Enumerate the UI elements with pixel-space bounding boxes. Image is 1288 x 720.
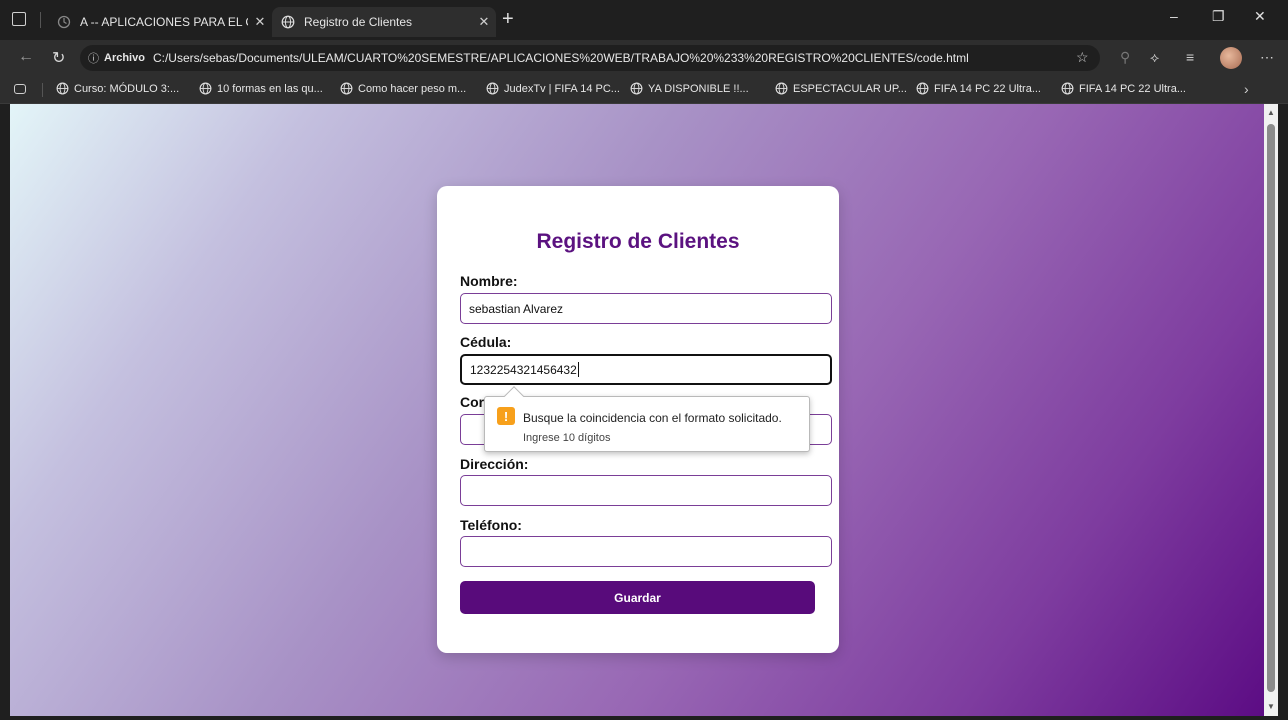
tab-title: A -- APLICACIONES PARA EL CLIE	[80, 15, 248, 29]
bookmark-item[interactable]: JudexTv | FIFA 14 PC...	[486, 82, 620, 95]
divider	[42, 83, 43, 97]
cedula-value: 1232254321456432	[470, 362, 577, 377]
globe-icon	[486, 82, 499, 95]
tab-registro-clientes[interactable]: Registro de Clientes ✕	[272, 7, 496, 37]
nombre-label: Nombre:	[460, 273, 518, 289]
loading-icon	[56, 14, 72, 30]
bookmark-item[interactable]: YA DISPONIBLE !!...	[630, 82, 749, 95]
address-scheme: Archivo	[104, 52, 145, 64]
bookmark-item[interactable]: 10 formas en las qu...	[199, 82, 323, 95]
tab-actions-icon[interactable]	[12, 12, 26, 26]
globe-icon	[630, 82, 643, 95]
divider	[40, 12, 41, 28]
globe-icon	[56, 82, 69, 95]
close-tab-icon[interactable]: ✕	[248, 14, 272, 30]
globe-icon	[280, 14, 296, 30]
validation-message: Busque la coincidencia con el formato so…	[523, 411, 782, 425]
minimize-icon[interactable]: –	[1170, 8, 1178, 24]
browser-toolbar: ← ↻ ⓘ Archivo C:/Users/sebas/Documents/U…	[0, 40, 1288, 76]
cedula-input[interactable]: 1232254321456432	[460, 354, 832, 385]
telefono-input[interactable]	[460, 536, 832, 567]
more-menu-icon[interactable]: ⋯	[1260, 49, 1274, 66]
back-icon[interactable]: ←	[18, 48, 34, 66]
bookmark-item[interactable]: FIFA 14 PC 22 Ultra...	[916, 82, 1041, 95]
nombre-input[interactable]: sebastian Alvarez	[460, 293, 832, 324]
globe-icon	[916, 82, 929, 95]
bookmarks-bar: Curso: MÓDULO 3:... 10 formas en las qu.…	[0, 76, 1288, 104]
bookmark-item[interactable]: ESPECTACULAR UP...	[775, 82, 907, 95]
avatar[interactable]	[1220, 47, 1242, 69]
globe-icon	[340, 82, 353, 95]
browser-titlebar: A -- APLICACIONES PARA EL CLIE ✕ Registr…	[0, 0, 1288, 40]
warning-icon: !	[497, 407, 515, 425]
bookmarks-toggle-icon[interactable]	[14, 84, 26, 94]
bookmark-item[interactable]: FIFA 14 PC 22 Ultra...	[1061, 82, 1186, 95]
new-tab-icon[interactable]: +	[502, 9, 514, 29]
info-icon[interactable]: ⓘ	[88, 50, 99, 66]
validation-hint: Ingrese 10 dígitos	[523, 432, 611, 444]
text-caret	[577, 362, 579, 377]
globe-icon	[1061, 82, 1074, 95]
direccion-input[interactable]	[460, 475, 832, 506]
tab-aplicaciones[interactable]: A -- APLICACIONES PARA EL CLIE ✕	[48, 7, 272, 37]
scroll-up-icon[interactable]: ▲	[1267, 108, 1275, 117]
scrollbar-thumb[interactable]	[1267, 124, 1275, 692]
address-url: C:/Users/sebas/Documents/ULEAM/CUARTO%20…	[152, 51, 969, 65]
scroll-down-icon[interactable]: ▼	[1267, 702, 1275, 711]
refresh-icon[interactable]: ↻	[52, 48, 65, 68]
guardar-button[interactable]: Guardar	[460, 581, 815, 614]
close-window-icon[interactable]: ✕	[1254, 8, 1266, 25]
bookmark-item[interactable]: Curso: MÓDULO 3:...	[56, 82, 179, 95]
validation-tooltip: ! Busque la coincidencia con el formato …	[484, 386, 810, 452]
vertical-scrollbar[interactable]: ▲ ▼	[1264, 104, 1278, 716]
chevron-right-icon[interactable]: ›	[1244, 81, 1249, 97]
page-viewport: Registro de Clientes Nombre: sebastian A…	[10, 104, 1264, 716]
direccion-label: Dirección:	[460, 456, 529, 472]
close-tab-icon[interactable]: ✕	[472, 14, 496, 30]
address-bar[interactable]: ⓘ Archivo C:/Users/sebas/Documents/ULEAM…	[80, 45, 1100, 71]
favorite-star-icon[interactable]: ☆	[1076, 49, 1089, 66]
page-title: Registro de Clientes	[536, 230, 740, 253]
cedula-label: Cédula:	[460, 334, 512, 350]
telefono-label: Teléfono:	[460, 517, 522, 533]
extension-icon[interactable]: ⚲	[1120, 49, 1130, 66]
extensions-puzzle-icon[interactable]: ⟡	[1150, 49, 1159, 66]
favorites-list-icon[interactable]: ≡	[1186, 49, 1194, 65]
bookmark-item[interactable]: Como hacer peso m...	[340, 82, 466, 95]
globe-icon	[775, 82, 788, 95]
globe-icon	[199, 82, 212, 95]
tab-title: Registro de Clientes	[304, 15, 413, 29]
restore-icon[interactable]: ❐	[1212, 8, 1225, 25]
nombre-value: sebastian Alvarez	[469, 301, 564, 316]
